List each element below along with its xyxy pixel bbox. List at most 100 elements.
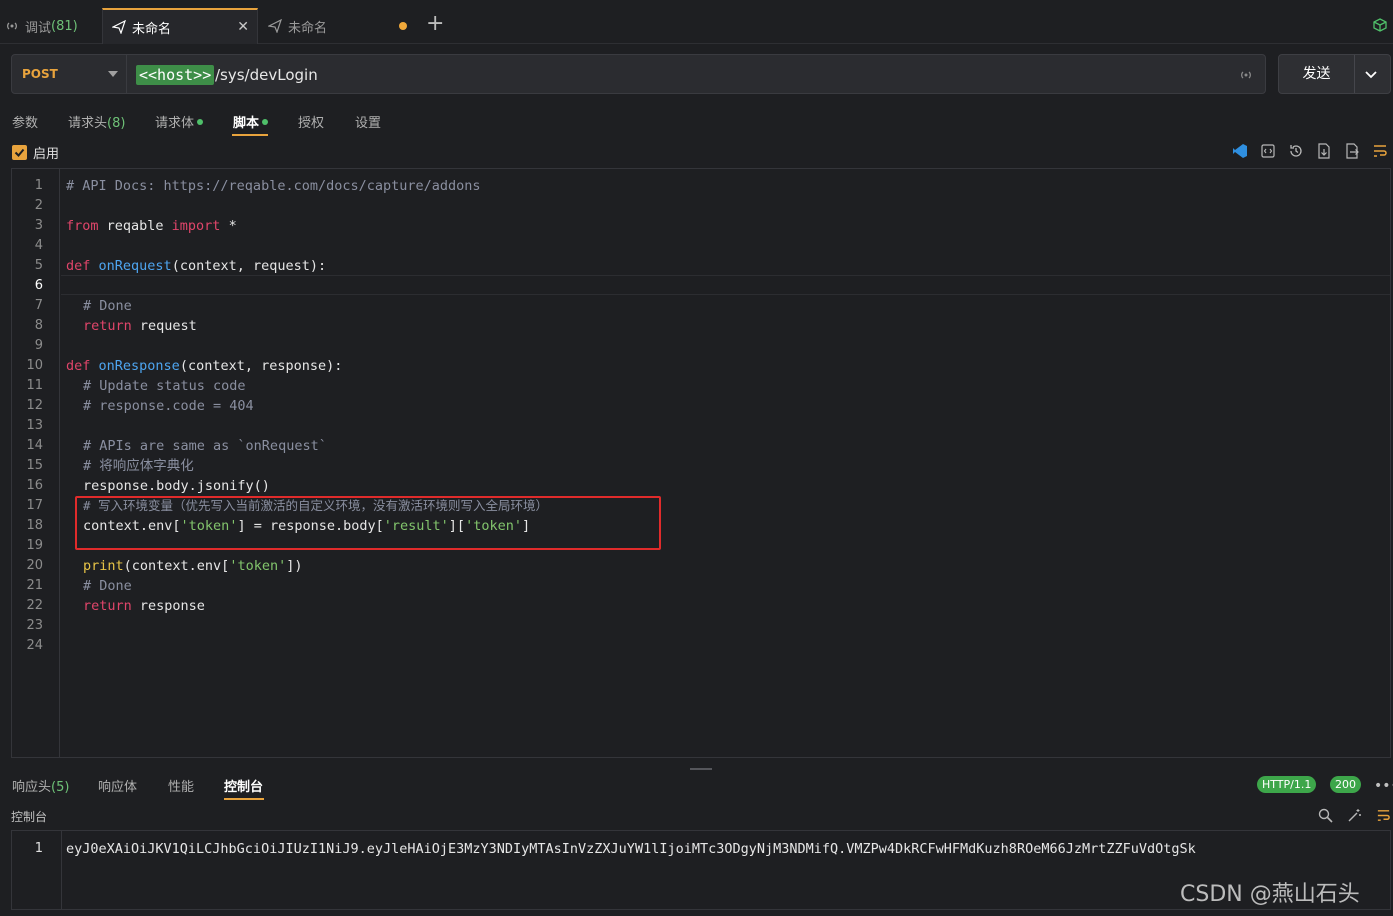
line-number: 16 — [26, 478, 43, 493]
code-keyword: from — [66, 218, 99, 234]
add-tab-icon[interactable]: + — [426, 13, 444, 35]
line-number: 8 — [34, 318, 43, 333]
code-line: # Update status code — [83, 376, 246, 396]
chevron-down-icon[interactable] — [1364, 67, 1378, 85]
script-editor[interactable]: 1 2 3 4 5 6 7 8 9 10 11 12 13 14 15 16 1… — [11, 168, 1391, 758]
code-line: # Done — [83, 576, 132, 596]
tab-debug-label: 调试 — [25, 20, 52, 36]
tab-headers-label: 请求头 — [68, 116, 108, 131]
cube-icon[interactable] — [1373, 18, 1387, 36]
broadcast-icon[interactable] — [1239, 68, 1253, 86]
code-comment: # response.code = 404 — [83, 398, 254, 414]
code-text: * — [220, 218, 237, 234]
host-variable-chip[interactable]: <<host>> — [136, 65, 215, 85]
line-number: 20 — [26, 558, 43, 573]
send-button[interactable]: 发送 — [1279, 55, 1355, 93]
line-number: 23 — [26, 618, 43, 633]
tab-script[interactable]: 脚本 — [233, 112, 269, 131]
code-text: response.body.jsonify() — [83, 478, 270, 494]
line-number: 10 — [26, 358, 43, 373]
tab-auth[interactable]: 授权 — [298, 112, 324, 131]
line-number: 11 — [26, 378, 43, 393]
tab-settings[interactable]: 设置 — [355, 112, 381, 131]
response-tabs: 响应头(5) 响应体 性能 控制台 — [0, 770, 1393, 800]
tab-performance[interactable]: 性能 — [168, 776, 194, 795]
tab-params[interactable]: 参数 — [12, 112, 38, 131]
tab-debug[interactable]: 调试 (81) — [4, 8, 100, 44]
code-text: ]) — [286, 558, 303, 574]
line-number: 5 — [34, 258, 43, 273]
clear-wand-icon[interactable] — [1347, 808, 1362, 827]
console-toolbar — [1318, 808, 1391, 827]
code-keyword: def — [66, 258, 91, 274]
line-number: 19 — [26, 538, 43, 553]
tab-script-label: 脚本 — [233, 116, 260, 131]
code-function: onRequest — [98, 258, 172, 274]
line-number: 18 — [26, 518, 43, 533]
console-label: 控制台 — [11, 810, 48, 824]
code-line: response.body.jsonify() — [83, 476, 270, 496]
search-icon[interactable] — [1318, 808, 1333, 827]
word-wrap-icon[interactable] — [1376, 808, 1391, 827]
tab-response-headers-count: (5) — [51, 780, 70, 795]
method-select[interactable]: POST — [12, 55, 127, 93]
code-line: # API Docs: https://reqable.com/docs/cap… — [66, 176, 481, 196]
line-number: 2 — [34, 198, 43, 213]
tab-console[interactable]: 控制台 — [224, 776, 263, 795]
line-number: 7 — [34, 298, 43, 313]
more-options-icon[interactable]: ••• — [1374, 778, 1393, 794]
tab-body-label: 请求体 — [155, 116, 195, 131]
line-number: 15 — [26, 458, 43, 473]
history-icon[interactable] — [1288, 143, 1304, 159]
send-button-group: 发送 — [1278, 54, 1391, 94]
script-toolbar — [1232, 143, 1388, 159]
tab-debug-count: (81) — [51, 18, 78, 34]
code-text: (context, response): — [179, 358, 343, 374]
tab-response-headers[interactable]: 响应头(5) — [12, 776, 69, 795]
code-line: print(context.env['token']) — [83, 556, 302, 576]
status-dot-icon — [262, 119, 269, 125]
tab-untitled-active[interactable]: 未命名 ✕ — [102, 8, 258, 44]
code-keyword: return — [83, 318, 132, 334]
vscode-icon[interactable] — [1232, 143, 1248, 159]
file-export-icon[interactable] — [1344, 143, 1360, 159]
code-block-icon[interactable] — [1260, 143, 1276, 159]
line-number: 13 — [26, 418, 43, 433]
line-number: 21 — [26, 578, 43, 593]
send-plane-icon — [267, 18, 283, 34]
enable-label: 启用 — [33, 147, 60, 162]
tab-body[interactable]: 请求体 — [155, 112, 204, 131]
url-path-input[interactable]: /sys/devLogin — [215, 65, 318, 85]
tab-response-headers-label: 响应头 — [12, 780, 52, 795]
line-number: 12 — [26, 398, 43, 413]
word-wrap-icon[interactable] — [1372, 143, 1388, 159]
method-label: POST — [22, 67, 58, 81]
file-import-icon[interactable] — [1316, 143, 1332, 159]
code-text: reqable — [98, 218, 172, 234]
tab-untitled-label: 未命名 — [132, 21, 172, 37]
watermark: CSDN @燕山石头 — [1180, 882, 1360, 907]
line-number: 22 — [26, 598, 43, 613]
code-text: (context, request): — [171, 258, 327, 274]
current-line-highlight — [61, 275, 1390, 295]
code-line: return response — [83, 596, 205, 616]
code-line: def onResponse(context, response): — [66, 356, 342, 376]
code-keyword: return — [83, 598, 132, 614]
code-string: 'token' — [229, 558, 287, 574]
line-number-gutter: 1 2 3 4 5 6 7 8 9 10 11 12 13 14 15 16 1… — [12, 169, 60, 757]
checkbox-checked-icon[interactable] — [12, 145, 27, 160]
code-line: # APIs are same as `onRequest` — [83, 436, 327, 456]
broadcast-icon — [4, 18, 20, 34]
line-number: 9 — [34, 338, 43, 353]
close-icon[interactable]: ✕ — [237, 19, 249, 35]
code-line: def onRequest(context, request): — [66, 256, 326, 276]
line-number: 3 — [34, 218, 43, 233]
tab-headers-count: (8) — [107, 116, 126, 131]
line-number: 24 — [26, 638, 43, 653]
tab-untitled-2[interactable]: 未命名 — [259, 8, 415, 44]
tab-headers[interactable]: 请求头(8) — [68, 112, 125, 131]
tab-response-body[interactable]: 响应体 — [98, 776, 137, 795]
code-line: # Done — [83, 296, 132, 316]
line-number: 17 — [26, 498, 43, 513]
enable-toggle[interactable]: 启用 — [12, 143, 59, 162]
